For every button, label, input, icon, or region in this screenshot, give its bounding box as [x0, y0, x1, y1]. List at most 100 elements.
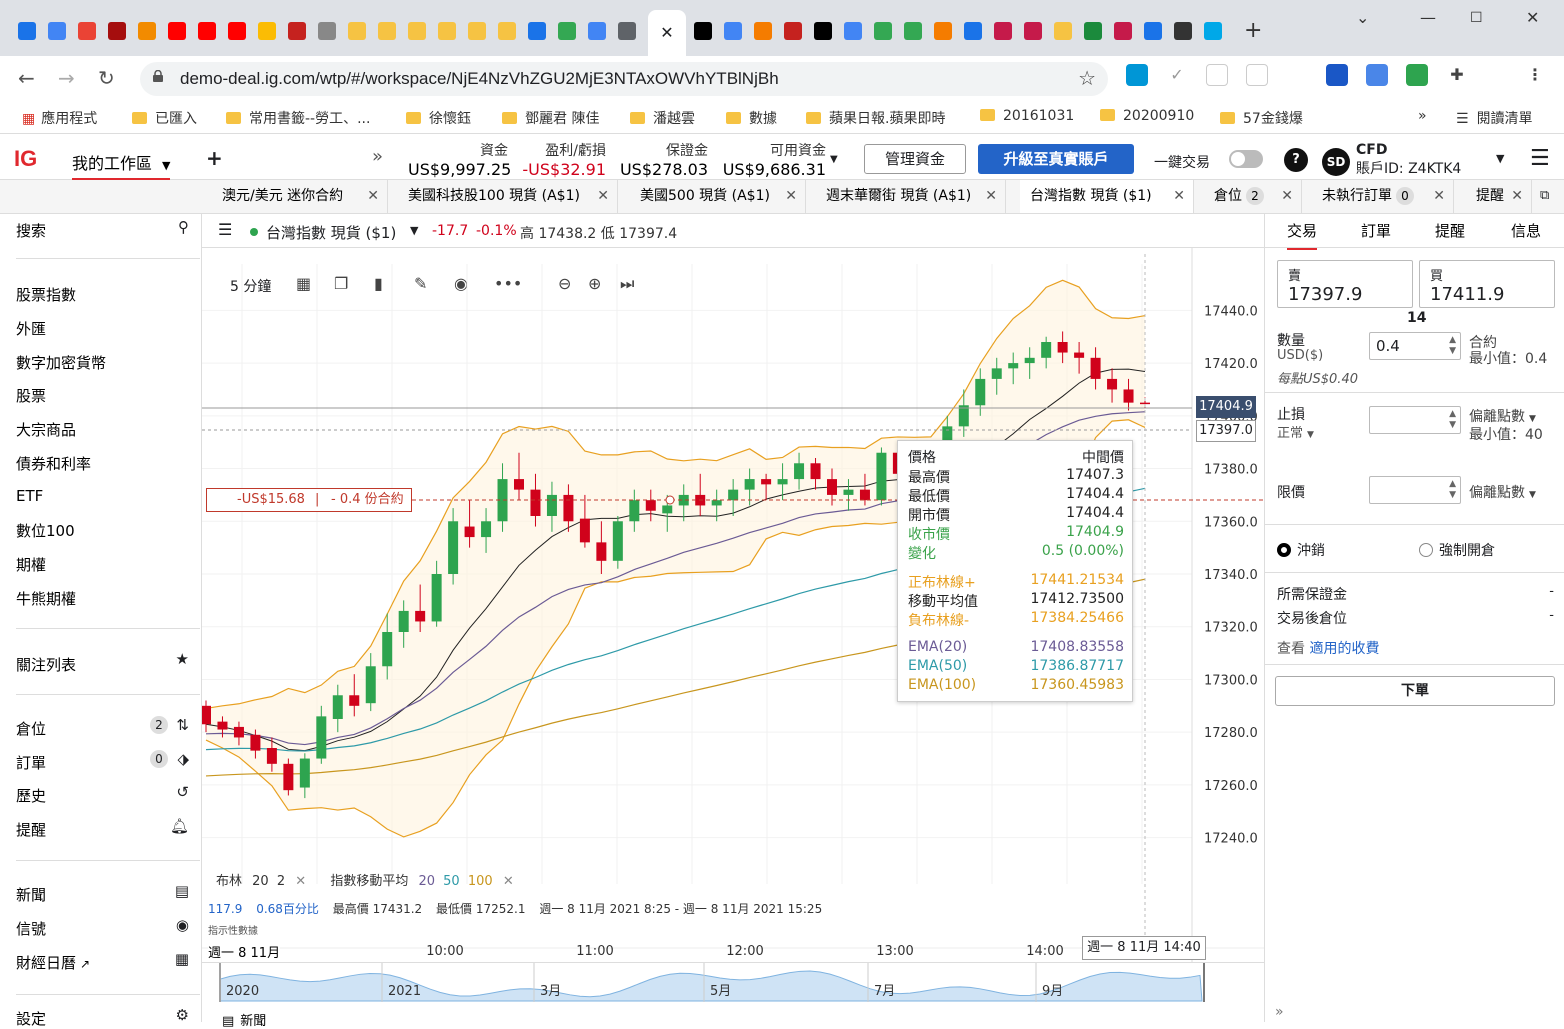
favicon-icon[interactable] — [288, 22, 306, 40]
collapse-icon[interactable]: » — [1275, 1004, 1284, 1020]
sidebar-item-settings[interactable]: 設定 — [16, 1008, 46, 1029]
quantity-input[interactable]: 0.4 ▲ ▼ — [1369, 332, 1461, 360]
limit-distance-select[interactable]: 偏離點數 ▼ — [1469, 482, 1536, 502]
caret-down-icon[interactable]: ▼ — [1496, 152, 1504, 165]
favicon-icon[interactable] — [378, 22, 396, 40]
favicon-icon[interactable] — [408, 22, 426, 40]
favicon-icon[interactable] — [78, 22, 96, 40]
close-icon[interactable]: ✕ — [597, 180, 609, 213]
active-browser-tab[interactable]: ✕ — [648, 10, 686, 56]
favicon-icon[interactable] — [1084, 22, 1102, 40]
favicon-icon[interactable] — [1054, 22, 1072, 40]
linux-fans-extension-icon[interactable] — [1482, 64, 1504, 86]
stepper-icon[interactable]: ▲ ▼ — [1449, 335, 1456, 357]
favicon-icon[interactable] — [1144, 22, 1162, 40]
position-line-label[interactable]: -US$15.68 | - 0.4 份合約 — [206, 488, 412, 512]
sidebar-item-watchlist[interactable]: 關注列表 — [16, 654, 76, 675]
favicon-icon[interactable] — [48, 22, 66, 40]
shield-extension-icon[interactable] — [1406, 64, 1428, 86]
stepper-icon[interactable]: ▲ ▼ — [1449, 409, 1456, 431]
favicon-icon[interactable] — [438, 22, 456, 40]
place-order-button[interactable]: 下單 — [1275, 676, 1555, 706]
pdf-extension-icon[interactable] — [1246, 64, 1268, 86]
favicon-icon[interactable] — [814, 22, 832, 40]
sidebar-item-indices[interactable]: 股票指數 — [16, 284, 76, 305]
sidebar-item-forex[interactable]: 外匯 — [16, 318, 46, 339]
favicon-icon[interactable] — [994, 22, 1012, 40]
back-icon[interactable]: ← — [18, 66, 35, 90]
check-extension-icon[interactable]: ✓ — [1166, 64, 1188, 86]
close-icon[interactable]: ✕ — [985, 180, 997, 213]
favicon-icon[interactable] — [754, 22, 772, 40]
favicon-icon[interactable] — [558, 22, 576, 40]
reload-icon[interactable]: ↻ — [98, 66, 115, 90]
trade-tab-order[interactable]: 訂單 — [1361, 220, 1391, 241]
counter-extension-icon[interactable] — [1326, 64, 1348, 86]
bookmark-folder[interactable]: 潘越雲 — [630, 108, 695, 128]
favicon-icon[interactable] — [168, 22, 186, 40]
double-chevron-icon[interactable]: » — [372, 146, 383, 167]
close-icon[interactable]: ✕ — [1511, 180, 1523, 213]
manage-funds-button[interactable]: 管理資金 — [864, 144, 966, 174]
caret-down-icon[interactable]: ▼ — [830, 154, 838, 165]
close-icon[interactable]: ✕ — [503, 874, 514, 889]
favicon-icon[interactable] — [138, 22, 156, 40]
limit-input[interactable]: ▲ ▼ — [1369, 476, 1461, 504]
add-workspace-icon[interactable]: + — [206, 146, 223, 170]
close-icon[interactable]: ✕ — [1433, 180, 1445, 213]
tab-us-500[interactable]: 美國500 現貨 (A$1) ✕ — [630, 180, 806, 213]
hp-extension-icon[interactable] — [1126, 64, 1148, 86]
maximize-icon[interactable]: ☐ — [1470, 10, 1483, 26]
bookmarks-more[interactable]: » — [1418, 108, 1427, 124]
buy-button[interactable]: 買 17411.9 — [1419, 260, 1555, 308]
sidebar-item-positions[interactable]: 倉位 — [16, 718, 46, 739]
chevron-down-icon[interactable]: ⌄ — [1356, 8, 1369, 27]
sidebar-item-digital-100[interactable]: 數位100 — [16, 520, 75, 541]
bookmark-apps[interactable]: ▦ 應用程式 — [22, 108, 97, 128]
stop-type[interactable]: 正常 ▼ — [1277, 422, 1314, 441]
minimize-icon[interactable]: — — [1420, 8, 1436, 27]
bookmark-folder[interactable]: 鄧麗君 陳佳 — [502, 108, 599, 128]
sidebar-item-alerts[interactable]: 提醒 — [16, 819, 46, 840]
favicon-icon[interactable] — [844, 22, 862, 40]
sidebar-item-commodities[interactable]: 大宗商品 — [16, 419, 76, 440]
tab-taiwan-index[interactable]: 台灣指數 現貨 ($1) ✕ — [1020, 180, 1194, 213]
menu-kebab-icon[interactable]: ⋮ — [1524, 64, 1546, 86]
bookmark-folder[interactable]: 數據 — [726, 108, 777, 128]
hamburger-menu-icon[interactable]: ☰ — [1530, 146, 1550, 171]
favicon-icon[interactable] — [964, 22, 982, 40]
sidebar-item-orders[interactable]: 訂單 — [16, 752, 46, 773]
favicon-icon[interactable] — [528, 22, 546, 40]
trade-tab-alert[interactable]: 提醒 — [1435, 220, 1465, 241]
stepper-icon[interactable]: ▲ ▼ — [1449, 479, 1456, 501]
account-switcher[interactable]: CFD 賬戶ID: Z4KTK4 — [1356, 142, 1461, 178]
bookmark-folder[interactable]: 20161031 — [980, 108, 1074, 124]
search-icon[interactable]: ⚲ — [178, 218, 189, 236]
workspace-menu[interactable]: 我的工作區 ▼ — [72, 150, 171, 181]
close-tab-icon[interactable]: ✕ — [660, 23, 673, 42]
fees-link[interactable]: 適用的收費 — [1309, 641, 1379, 657]
tab-weekend-wall-street[interactable]: 週末華爾街 現貨 (A$1) ✕ — [816, 180, 1006, 213]
bookmark-folder[interactable]: 20200910 — [1100, 108, 1194, 124]
tab-audusd-mini[interactable]: 澳元/美元 迷你合約 ✕ — [212, 180, 388, 213]
close-icon[interactable]: ✕ — [295, 874, 306, 889]
radio-force-open[interactable]: 強制開倉 — [1419, 540, 1495, 560]
tab-us-tech-100[interactable]: 美國科技股100 現貨 (A$1) ✕ — [398, 180, 618, 213]
forward-icon[interactable]: → — [58, 66, 75, 90]
favicon-icon[interactable] — [228, 22, 246, 40]
time-navigator[interactable] — [202, 962, 1264, 1002]
tab-working-orders[interactable]: 未執行訂單 0 ✕ — [1312, 180, 1454, 213]
stop-distance-select[interactable]: 偏離點數 ▼ — [1469, 406, 1536, 426]
bookmark-folder[interactable]: 已匯入 — [132, 108, 197, 128]
bookmark-folder[interactable]: 蘋果日報.蘋果即時 — [806, 108, 945, 128]
favicon-icon[interactable] — [1204, 22, 1222, 40]
popout-icon[interactable]: ⧉ — [1540, 188, 1549, 203]
favicon-icon[interactable] — [694, 22, 712, 40]
new-tab-icon[interactable]: + — [1244, 18, 1262, 43]
favicon-icon[interactable] — [498, 22, 516, 40]
favicon-icon[interactable] — [934, 22, 952, 40]
sidebar-item-bonds[interactable]: 債券和利率 — [16, 453, 91, 474]
radio-close-out[interactable]: 沖銷 — [1277, 540, 1325, 560]
favicon-icon[interactable] — [784, 22, 802, 40]
close-icon[interactable]: ✕ — [367, 180, 379, 213]
